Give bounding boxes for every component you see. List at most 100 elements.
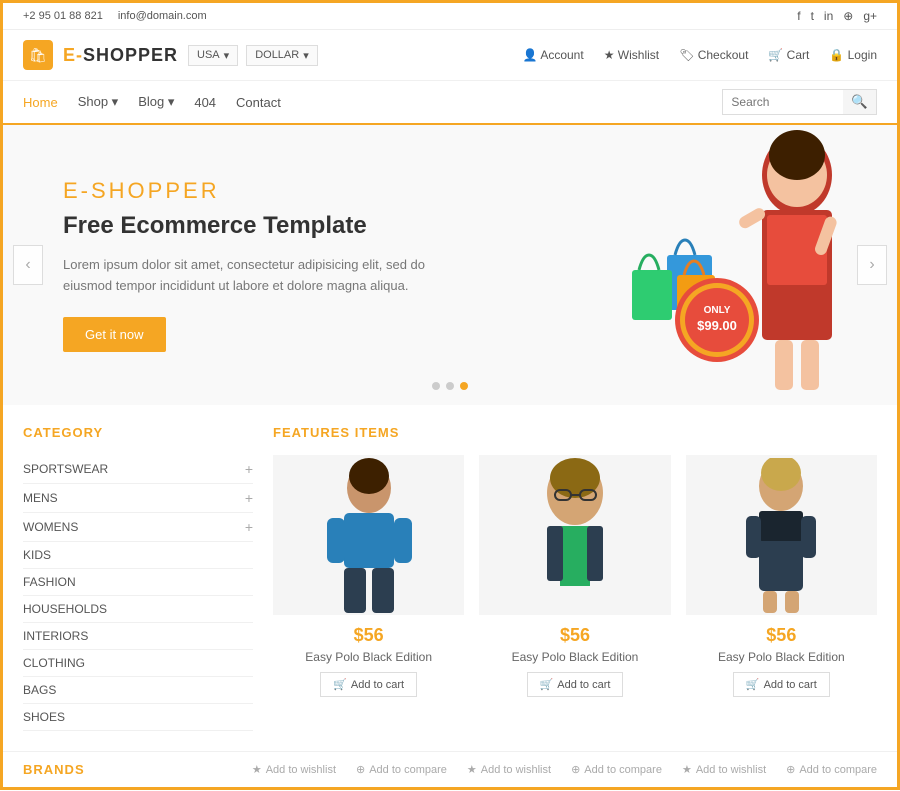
nav-search: 🔍 [722, 89, 877, 115]
hero-brand: E-SHOPPER [63, 178, 457, 204]
nav-wishlist[interactable]: ★ Wishlist [604, 48, 659, 62]
product-card: $56 Easy Polo Black Edition 🛒 Add to car… [273, 455, 464, 697]
social-twitter[interactable]: t [811, 9, 814, 23]
hero-title: Free Ecommerce Template [63, 212, 457, 240]
product-card: $56 Easy Polo Black Edition 🛒 Add to car… [686, 455, 877, 697]
list-item[interactable]: SHOES [23, 704, 253, 731]
currency-dropdown[interactable]: DOLLAR ▾ [246, 45, 318, 66]
products-grid: $56 Easy Polo Black Edition 🛒 Add to car… [273, 455, 877, 697]
main-content: CATEGORY SPORTSWEAR + MENS + WOMENS + KI… [3, 405, 897, 751]
compare-action-1[interactable]: ⊕ Add to compare [356, 763, 447, 776]
category-label: KIDS [23, 548, 51, 562]
wishlist-icon-2: ★ [467, 763, 477, 776]
hero-dot-3[interactable] [460, 382, 468, 390]
compare-action-3[interactable]: ⊕ Add to compare [786, 763, 877, 776]
logo-icon: 🛍 [23, 40, 53, 70]
hero-cta-button[interactable]: Get it now [63, 317, 166, 352]
category-label: BAGS [23, 683, 56, 697]
hero-desc: Lorem ipsum dolor sit amet, consectetur … [63, 255, 443, 297]
featured-title: FEATURES ITEMS [273, 425, 877, 440]
compare-action-2[interactable]: ⊕ Add to compare [571, 763, 662, 776]
wishlist-label-1: Add to wishlist [266, 764, 336, 776]
email-address: info@domain.com [118, 10, 207, 22]
list-item[interactable]: HOUSEHOLDS [23, 596, 253, 623]
cart-icon-3: 🛒 [746, 678, 760, 691]
wishlist-label-3: Add to wishlist [696, 764, 766, 776]
social-gplus[interactable]: g+ [863, 9, 877, 23]
add-to-cart-button-1[interactable]: 🛒 Add to cart [320, 672, 417, 697]
wishlist-action-2[interactable]: ★ Add to wishlist [467, 763, 551, 776]
cart-icon-1: 🛒 [333, 678, 347, 691]
brands-title: BRANDS [23, 762, 85, 777]
category-label: FASHION [23, 575, 76, 589]
phone-number: +2 95 01 88 821 [23, 10, 103, 22]
product-price-1: $56 [273, 625, 464, 646]
category-label: SHOES [23, 710, 65, 724]
category-title: CATEGORY [23, 425, 253, 440]
wishlist-icon-1: ★ [252, 763, 262, 776]
nav-cart[interactable]: 🛒 Cart [768, 48, 809, 62]
category-label: CLOTHING [23, 656, 85, 670]
nav-404[interactable]: 404 [194, 95, 216, 110]
plus-icon: + [245, 461, 253, 477]
nav-shop[interactable]: Shop ▾ [78, 94, 119, 110]
compare-label-3: Add to compare [799, 764, 877, 776]
products-area: FEATURES ITEMS $56 E [273, 425, 877, 731]
top-bar: +2 95 01 88 821 info@domain.com f t in ⊕… [3, 3, 897, 30]
country-dropdown[interactable]: USA ▾ [188, 45, 238, 66]
list-item[interactable]: CLOTHING [23, 650, 253, 677]
product-price-3: $56 [686, 625, 877, 646]
nav-login[interactable]: 🔒 Login [829, 48, 877, 62]
nav-blog[interactable]: Blog ▾ [138, 94, 174, 110]
nav-home[interactable]: Home [23, 95, 58, 110]
bottom-bar: BRANDS ★ Add to wishlist ⊕ Add to compar… [3, 751, 897, 787]
svg-text:$99.00: $99.00 [697, 318, 737, 333]
bottom-actions: ★ Add to wishlist ⊕ Add to compare ★ Add… [252, 763, 877, 776]
svg-text:ONLY: ONLY [704, 305, 731, 316]
category-label: INTERIORS [23, 629, 88, 643]
category-label: SPORTSWEAR [23, 462, 108, 476]
social-globe[interactable]: ⊕ [843, 9, 853, 23]
product-name-1: Easy Polo Black Edition [273, 650, 464, 664]
product-figure-1 [309, 458, 429, 613]
nav-contact[interactable]: Contact [236, 95, 281, 110]
product-image-2 [479, 455, 670, 615]
hero-prev-arrow[interactable]: ‹ [13, 245, 43, 285]
add-to-cart-button-3[interactable]: 🛒 Add to cart [733, 672, 830, 697]
list-item[interactable]: MENS + [23, 484, 253, 513]
list-item[interactable]: WOMENS + [23, 513, 253, 542]
add-to-cart-button-2[interactable]: 🛒 Add to cart [527, 672, 624, 697]
header-nav: 👤 Account ★ Wishlist 🏷 Checkout 🛒 Cart 🔒… [523, 48, 877, 62]
wishlist-action-3[interactable]: ★ Add to wishlist [682, 763, 766, 776]
nav-checkout[interactable]: 🏷 Checkout [679, 48, 748, 62]
hero-illustration: ONLY $99.00 [517, 125, 897, 405]
header: 🛍 E-SHOPPER USA ▾ DOLLAR ▾ 👤 Account ★ W… [3, 30, 897, 81]
sidebar: CATEGORY SPORTSWEAR + MENS + WOMENS + KI… [23, 425, 253, 731]
product-name-3: Easy Polo Black Edition [686, 650, 877, 664]
logo-area: 🛍 E-SHOPPER USA ▾ DOLLAR ▾ [23, 40, 318, 70]
compare-icon-2: ⊕ [571, 763, 580, 776]
social-linkedin[interactable]: in [824, 9, 833, 23]
list-item[interactable]: INTERIORS [23, 623, 253, 650]
social-facebook[interactable]: f [797, 9, 800, 23]
hero-dots [432, 382, 468, 390]
compare-label-1: Add to compare [369, 764, 447, 776]
hero-next-arrow[interactable]: › [857, 245, 887, 285]
wishlist-icon-3: ★ [682, 763, 692, 776]
hero-dot-1[interactable] [432, 382, 440, 390]
list-item[interactable]: KIDS [23, 542, 253, 569]
wishlist-label-2: Add to wishlist [481, 764, 551, 776]
header-dropdowns: USA ▾ DOLLAR ▾ [188, 45, 318, 66]
product-figure-2 [515, 458, 635, 613]
wishlist-action-1[interactable]: ★ Add to wishlist [252, 763, 336, 776]
list-item[interactable]: FASHION [23, 569, 253, 596]
hero-dot-2[interactable] [446, 382, 454, 390]
nav-account[interactable]: 👤 Account [523, 48, 584, 62]
search-button[interactable]: 🔍 [843, 90, 876, 114]
list-item[interactable]: SPORTSWEAR + [23, 455, 253, 484]
list-item[interactable]: BAGS [23, 677, 253, 704]
nav-links: Home Shop ▾ Blog ▾ 404 Contact [23, 94, 281, 110]
search-input[interactable] [723, 91, 843, 113]
plus-icon: + [245, 490, 253, 506]
plus-icon: + [245, 519, 253, 535]
